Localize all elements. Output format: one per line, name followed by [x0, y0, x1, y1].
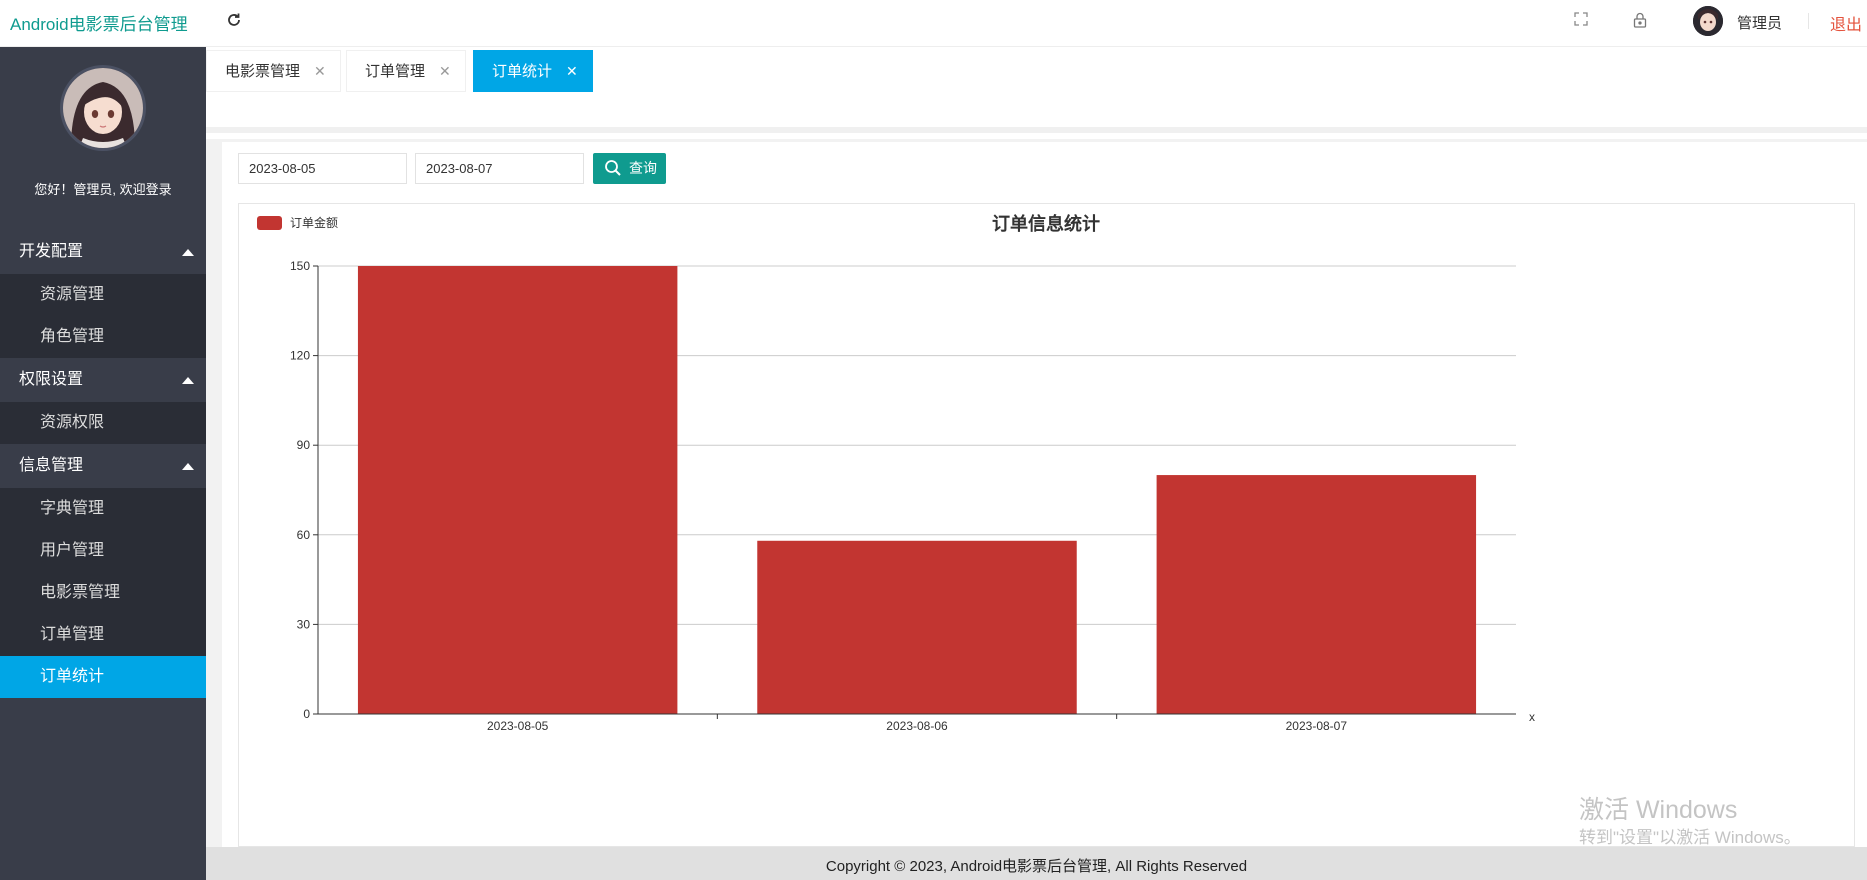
welcome-text: 您好！管理员, 欢迎登录 [34, 182, 172, 197]
menu-group-label: 信息管理 [19, 457, 84, 474]
legend-label: 订单金额 [290, 215, 338, 230]
tab-label: 订单统计 [492, 63, 553, 80]
menu-item-role-manage[interactable]: 角色管理 [0, 316, 206, 358]
legend-swatch [257, 216, 282, 230]
x-tick-label: 2023-08-07 [1286, 719, 1348, 733]
menu-item-user-manage[interactable]: 用户管理 [0, 530, 206, 572]
menu-group-permission[interactable]: 权限设置 [0, 358, 206, 402]
end-date-input[interactable]: 2023-08-07 [415, 153, 584, 184]
x-axis-label: x [1529, 710, 1535, 724]
app-title[interactable]: Android电影票后台管理 [10, 10, 188, 35]
user-name[interactable]: 管理员 [1737, 12, 1782, 33]
search-icon [605, 160, 621, 176]
bar[interactable] [1156, 475, 1477, 714]
chart-bars [357, 266, 1477, 714]
search-button[interactable]: 查询 [593, 153, 666, 184]
bar[interactable] [757, 540, 1077, 714]
submenu-permission: 资源权限 [0, 402, 206, 444]
y-tick-label: 30 [297, 617, 311, 631]
header-divider [1808, 13, 1809, 29]
chart-title: 订单信息统计 [992, 213, 1100, 234]
bar-chart: 订单金额 订单信息统计 0 30 60 90 120 150 2023-08-05 2023-… [257, 213, 1535, 733]
start-date-input[interactable]: 2023-08-05 [238, 153, 407, 184]
tab-label: 电影票管理 [225, 63, 301, 80]
order-stats-chart: 订单金额 订单信息统计 0 30 60 90 120 150 2023-08-05 2023-… [238, 203, 1855, 847]
bar[interactable] [357, 266, 678, 714]
caret-up-icon [182, 377, 194, 384]
menu-item-resource-permission[interactable]: 资源权限 [0, 402, 206, 444]
fullscreen-icon[interactable] [1574, 12, 1588, 29]
caret-up-icon [182, 249, 194, 256]
refresh-icon[interactable] [226, 12, 242, 33]
menu-group-info-manage[interactable]: 信息管理 [0, 444, 206, 488]
y-tick-label: 90 [297, 438, 311, 452]
lock-icon[interactable] [1633, 12, 1647, 31]
menu-group-dev-config[interactable]: 开发配置 [0, 230, 206, 274]
tab-label: 订单管理 [365, 63, 426, 80]
side-menu: 开发配置 资源管理 角色管理 权限设置 资源权限 信息管理 字典管理 用户管理 … [0, 230, 206, 698]
close-icon[interactable]: ✕ [566, 63, 578, 79]
submenu-info-manage: 字典管理 用户管理 电影票管理 订单管理 订单统计 [0, 488, 206, 698]
x-tick-label: 2023-08-05 [487, 719, 549, 733]
activation-watermark-subtitle: 转到"设置"以激活 Windows。 [1579, 828, 1801, 847]
sidebar: 您好！管理员, 欢迎登录 开发配置 资源管理 角色管理 权限设置 资源权限 信息… [0, 47, 206, 880]
y-tick-label: 60 [297, 528, 311, 542]
menu-item-order-manage[interactable]: 订单管理 [0, 614, 206, 656]
y-tick-label: 0 [303, 707, 310, 721]
copyright-text: Copyright © 2023, Android电影票后台管理, All Ri… [825, 858, 1248, 875]
menu-item-order-stats[interactable]: 订单统计 [0, 656, 206, 698]
menu-item-resource-manage[interactable]: 资源管理 [0, 274, 206, 316]
stats-panel: 2023-08-05 2023-08-07 查询 订单金额 订单信息统计 0 30… [222, 142, 1867, 847]
chart-legend[interactable]: 订单金额 [257, 215, 338, 230]
menu-item-ticket-manage[interactable]: 电影票管理 [0, 572, 206, 614]
close-icon[interactable]: ✕ [314, 63, 326, 79]
user-avatar[interactable] [1693, 6, 1723, 36]
tab-order-manage[interactable]: 订单管理 ✕ [346, 50, 466, 92]
top-header: Android电影票后台管理 管理员 退出 [0, 0, 1867, 47]
tab-order-stats[interactable]: 订单统计 ✕ [473, 50, 593, 92]
caret-up-icon [182, 463, 194, 470]
y-tick-label: 150 [290, 259, 310, 273]
activation-watermark-title: 激活 Windows [1579, 796, 1738, 824]
tab-ticket-manage[interactable]: 电影票管理 ✕ [206, 50, 341, 92]
menu-group-label: 权限设置 [19, 371, 84, 388]
menu-item-dict-manage[interactable]: 字典管理 [0, 488, 206, 530]
tab-bar: 电影票管理 ✕ 订单管理 ✕ 订单统计 ✕ [206, 47, 1867, 133]
y-tick-label: 120 [290, 349, 310, 363]
profile-avatar [60, 65, 146, 151]
search-button-label: 查询 [629, 160, 657, 176]
x-tick-label: 2023-08-06 [886, 719, 948, 733]
close-icon[interactable]: ✕ [439, 63, 451, 79]
main-content: 2023-08-05 2023-08-07 查询 订单金额 订单信息统计 0 30… [206, 139, 1867, 847]
menu-group-label: 开发配置 [19, 243, 84, 260]
logout-link[interactable]: 退出 [1830, 11, 1862, 35]
footer: Copyright © 2023, Android电影票后台管理, All Ri… [206, 847, 1867, 880]
submenu-dev-config: 资源管理 角色管理 [0, 274, 206, 358]
